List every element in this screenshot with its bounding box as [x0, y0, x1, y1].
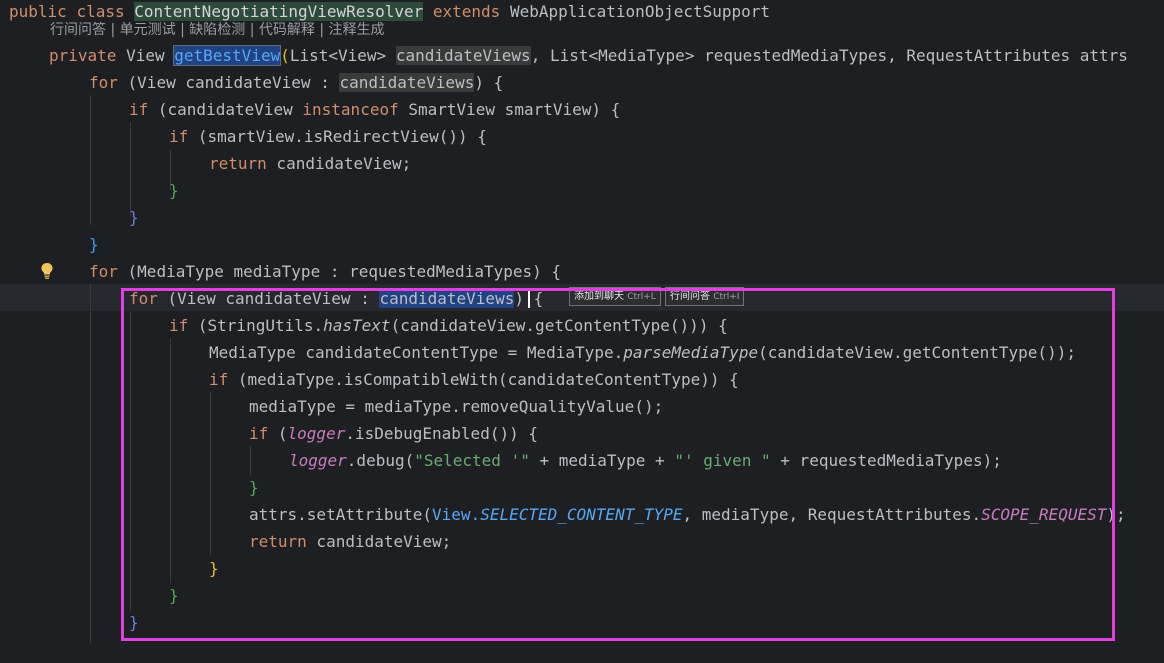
hint-bug-detect[interactable]: 缺陷检测 [189, 22, 245, 38]
code-line: for (MediaType mediaType : requestedMedi… [89, 262, 562, 281]
hint-ask[interactable]: 行间问答 [50, 22, 106, 38]
hint-comment[interactable]: 注释生成 [329, 22, 385, 38]
highlight-frame [121, 288, 1115, 641]
hint-unit-test[interactable]: 单元测试 [120, 22, 176, 38]
keyword: extends [432, 2, 501, 21]
keyword: public [9, 2, 67, 21]
superclass-name[interactable]: WebApplicationObjectSupport [510, 2, 770, 21]
code-line: return candidateView; [209, 154, 412, 173]
code-line-method-decl: private View getBestView(List<View> cand… [49, 45, 1128, 66]
code-line: } [89, 235, 99, 254]
hint-explain[interactable]: 代码解释 [259, 22, 315, 38]
code-line: if (candidateView instanceof SmartView s… [129, 100, 621, 119]
code-line: } [169, 181, 179, 200]
code-line: } [129, 208, 139, 227]
code-line: if (smartView.isRedirectView()) { [169, 127, 487, 146]
ai-inlay-hint: 行间问答 | 单元测试 | 缺陷检测 | 代码解释 | 注释生成 [50, 22, 385, 38]
keyword: class [76, 2, 125, 21]
method-name[interactable]: getBestView [173, 45, 282, 66]
class-name[interactable]: ContentNegotiatingViewResolver [134, 2, 424, 21]
code-line: for (View candidateView : candidateViews… [89, 73, 504, 92]
param-candidate-views[interactable]: candidateViews [395, 46, 531, 65]
